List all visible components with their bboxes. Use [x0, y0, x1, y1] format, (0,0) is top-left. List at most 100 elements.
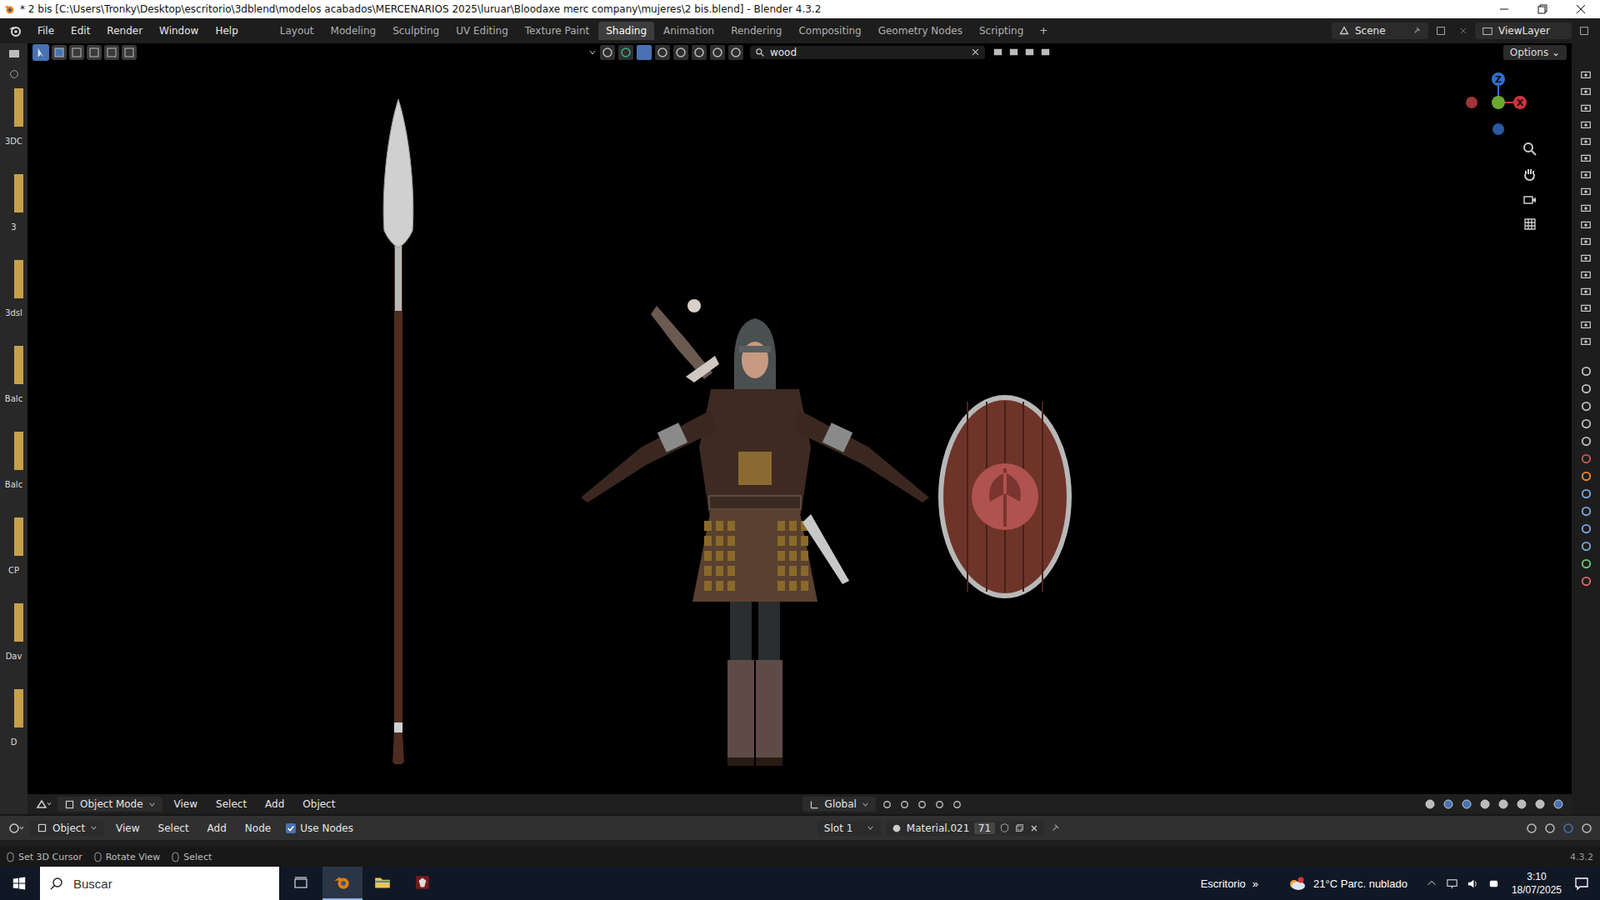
- filter-option-icon[interactable]: [1023, 45, 1036, 59]
- pin-icon[interactable]: [1411, 25, 1422, 36]
- workspace-tab[interactable]: Animation: [655, 21, 722, 40]
- header-menu[interactable]: Add: [258, 796, 291, 812]
- filter-icon[interactable]: [8, 68, 20, 80]
- 3d-viewport[interactable]: wood Options ⌄ ZX Object Mode ViewSelect…: [27, 43, 1572, 815]
- property-tab-icon[interactable]: [1580, 557, 1593, 570]
- grid-icon[interactable]: [1521, 215, 1539, 233]
- menu-item[interactable]: Help: [207, 22, 245, 40]
- character[interactable]: [580, 299, 930, 766]
- new-view-layer-icon[interactable]: [1578, 25, 1590, 37]
- menu-item[interactable]: File: [30, 22, 62, 40]
- camera-icon[interactable]: [1580, 268, 1592, 280]
- spear[interactable]: [383, 99, 414, 765]
- asset-item[interactable]: D: [4, 689, 24, 747]
- property-tab-icon[interactable]: [1580, 522, 1593, 535]
- editor-type-icon[interactable]: [7, 46, 21, 60]
- camera-icon[interactable]: [1580, 201, 1592, 214]
- header-menu[interactable]: View: [109, 820, 146, 836]
- camera-icon[interactable]: [1580, 301, 1592, 314]
- taskbar-search[interactable]: Buscar: [40, 866, 280, 900]
- overlay-option-icon[interactable]: [1496, 797, 1510, 811]
- camera-icon[interactable]: [1580, 135, 1592, 147]
- scene-selector[interactable]: Scene: [1331, 22, 1429, 40]
- orientation-dropdown[interactable]: Global: [802, 796, 876, 812]
- camera-icon[interactable]: [1580, 185, 1592, 197]
- header-menu[interactable]: View: [167, 796, 205, 812]
- unlink-icon[interactable]: [1029, 823, 1040, 834]
- network-icon[interactable]: [1445, 877, 1459, 890]
- header-menu[interactable]: Node: [238, 820, 278, 836]
- overlay-option-icon[interactable]: [1460, 797, 1474, 811]
- shield[interactable]: [940, 397, 1070, 596]
- restore-icon[interactable]: [1523, 0, 1562, 19]
- property-tab-icon[interactable]: [1580, 470, 1593, 483]
- slot-dropdown[interactable]: Slot 1: [817, 820, 881, 836]
- options-dropdown[interactable]: Options ⌄: [1503, 45, 1567, 60]
- taskbar-app[interactable]: [362, 866, 403, 900]
- chevron-up-icon[interactable]: [1425, 877, 1438, 890]
- shading-option-icon[interactable]: [655, 45, 670, 60]
- shading-option-icon[interactable]: [691, 45, 707, 60]
- asset-item[interactable]: Dav: [4, 603, 24, 661]
- blender-logo-icon[interactable]: [8, 24, 22, 38]
- snap-option-icon[interactable]: [898, 798, 911, 811]
- overlay-option-icon[interactable]: [1551, 797, 1565, 811]
- weather-widget[interactable]: 21°C Parc. nublado: [1286, 866, 1411, 900]
- toolbar-overflow[interactable]: »: [1249, 877, 1262, 890]
- asset-item[interactable]: CP: [4, 517, 24, 575]
- use-nodes-checkbox[interactable]: Use Nodes: [285, 822, 354, 835]
- close-icon[interactable]: [1561, 0, 1600, 19]
- filter-option-icon[interactable]: [1039, 45, 1052, 59]
- shading-option-icon[interactable]: [673, 45, 689, 60]
- checkbox-box[interactable]: [285, 823, 296, 834]
- snap-option-icon[interactable]: [880, 798, 894, 811]
- snap-option-icon[interactable]: [1580, 821, 1594, 835]
- pan-hand-icon[interactable]: [1521, 165, 1539, 183]
- zoom-icon[interactable]: [1521, 140, 1539, 158]
- viewport-canvas[interactable]: ZX: [27, 60, 1572, 795]
- camera-icon[interactable]: [1580, 218, 1592, 230]
- camera-icon[interactable]: [1580, 151, 1592, 164]
- property-tab-icon[interactable]: [1580, 417, 1593, 430]
- camera-icon[interactable]: [1580, 318, 1592, 330]
- dropdown-icon[interactable]: [588, 48, 597, 57]
- app-tray-icon[interactable]: [1487, 877, 1500, 890]
- camera-icon[interactable]: [1580, 285, 1592, 297]
- property-tab-icon[interactable]: [1580, 435, 1593, 448]
- fake-user-icon[interactable]: [999, 822, 1010, 834]
- menu-item[interactable]: Edit: [63, 22, 98, 40]
- menu-item[interactable]: Render: [99, 22, 150, 40]
- workspace-tab[interactable]: Sculpting: [385, 21, 447, 40]
- snap-option-icon[interactable]: [1561, 821, 1575, 835]
- user-count[interactable]: 71: [974, 822, 995, 835]
- property-tab-icon[interactable]: [1580, 400, 1593, 413]
- shading-option-icon[interactable]: [636, 45, 652, 60]
- select-tool-icon[interactable]: [32, 44, 50, 61]
- snap-option-icon[interactable]: [915, 798, 929, 811]
- windows-start-icon[interactable]: [11, 875, 27, 891]
- selection-mode-icon[interactable]: [51, 45, 67, 60]
- snap-option-icon[interactable]: [1543, 821, 1557, 835]
- taskbar-app[interactable]: [322, 866, 363, 900]
- overlay-option-icon[interactable]: [1478, 797, 1492, 811]
- material-icon[interactable]: [890, 822, 903, 835]
- workspace-tab[interactable]: Geometry Nodes: [870, 21, 970, 40]
- desktop-toolbar[interactable]: Escritorio: [1197, 877, 1250, 890]
- editor-type-icon[interactable]: [6, 821, 25, 835]
- workspace-tab[interactable]: Texture Paint: [517, 21, 597, 40]
- camera-view-icon[interactable]: [1521, 190, 1539, 208]
- overlay-option-icon[interactable]: [1515, 797, 1529, 811]
- workspace-tab[interactable]: Compositing: [790, 21, 869, 40]
- shader-type-dropdown[interactable]: Object: [30, 820, 105, 836]
- camera-icon[interactable]: [1580, 101, 1592, 114]
- header-menu[interactable]: Object: [295, 796, 342, 812]
- header-menu[interactable]: Add: [200, 820, 234, 836]
- navigation-gizmo[interactable]: ZX: [1465, 69, 1532, 136]
- node-editor-area[interactable]: [0, 840, 1600, 847]
- workspace-tab[interactable]: Scripting: [971, 21, 1031, 40]
- notification-icon[interactable]: [1573, 875, 1590, 892]
- property-tab-icon[interactable]: [1580, 505, 1593, 518]
- property-tab-icon[interactable]: [1580, 382, 1593, 395]
- camera-icon[interactable]: [1580, 118, 1592, 130]
- header-menu[interactable]: Select: [209, 796, 254, 812]
